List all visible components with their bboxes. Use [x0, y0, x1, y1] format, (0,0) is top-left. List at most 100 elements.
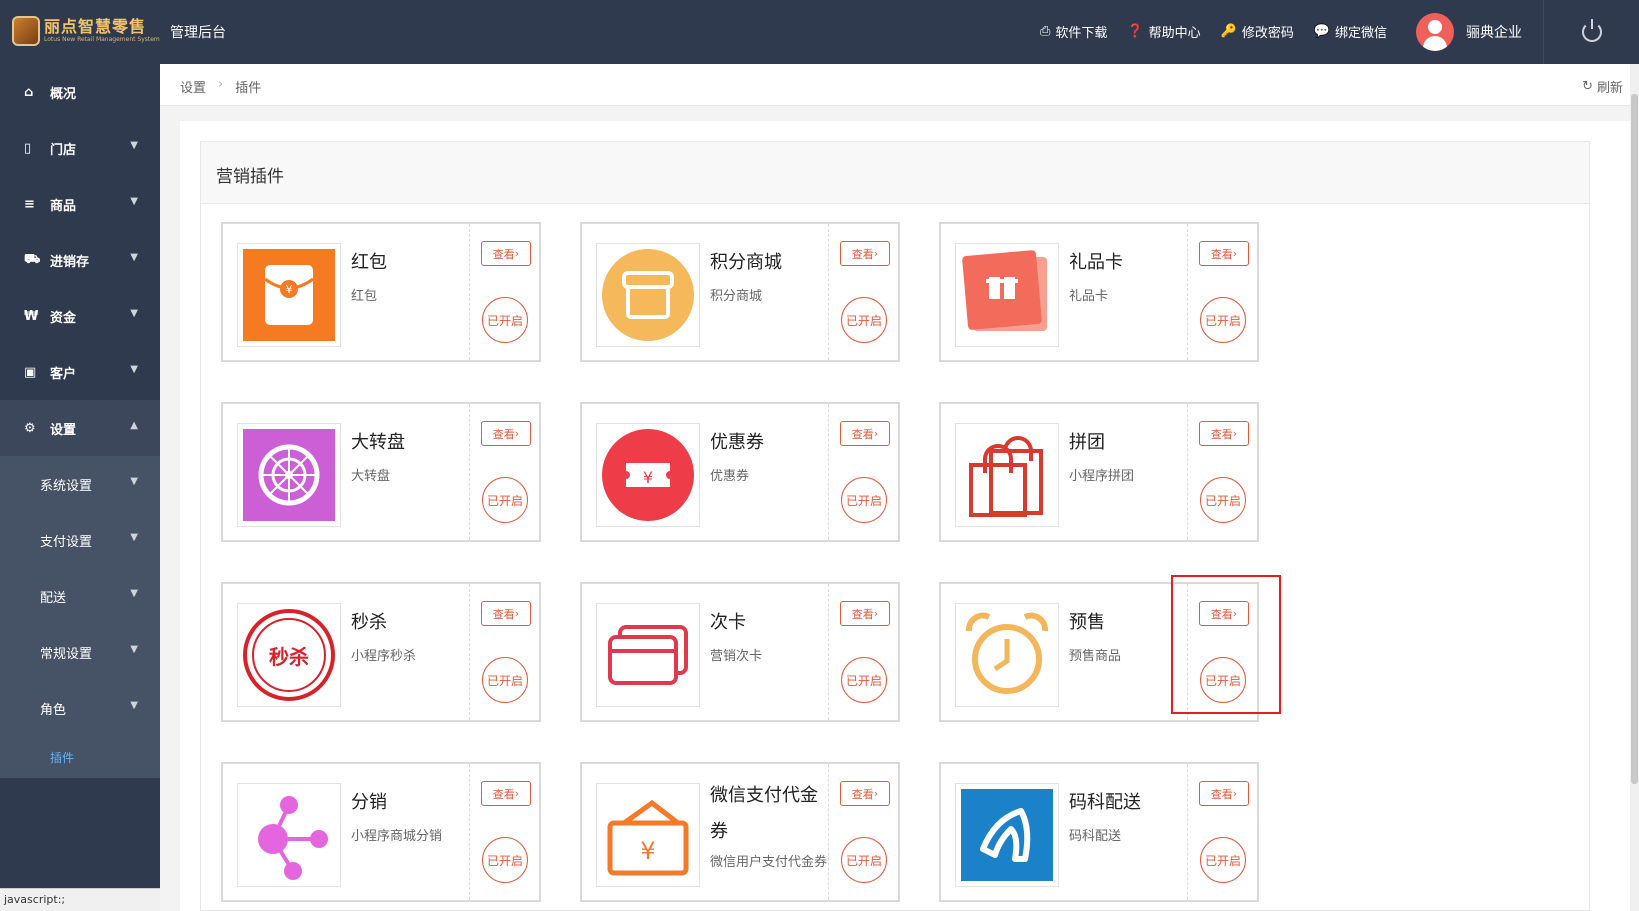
wechat-icon: 💬	[1313, 24, 1331, 39]
user-menu[interactable]: 骊典企业	[1416, 13, 1522, 51]
currency-icon: ₩	[24, 308, 39, 324]
enabled-badge: 已开启	[841, 297, 887, 343]
red-packet-icon: ¥	[237, 243, 341, 347]
chevron-down-icon: ▼	[130, 588, 138, 599]
view-button[interactable]: 查看 ›	[481, 781, 531, 806]
enabled-badge: 已开启	[841, 837, 887, 883]
view-button[interactable]: 查看 ›	[1199, 421, 1249, 446]
sidebar-item-delivery[interactable]: 配送 ▼	[0, 568, 160, 624]
card-desc: 积分商城	[710, 289, 763, 304]
breadcrumb-settings[interactable]: 设置	[180, 77, 206, 96]
card-title: 微信支付代金券	[710, 785, 818, 842]
chevron-down-icon: ▼	[130, 308, 138, 319]
sidebar-item-payment-settings[interactable]: 支付设置 ▼	[0, 512, 160, 568]
view-button[interactable]: 查看 ›	[481, 241, 531, 266]
enabled-badge: 已开启	[482, 477, 528, 523]
card-title: 码科配送	[1069, 792, 1141, 813]
breadcrumb-bar: 设置 › 插件 ↻ 刷新	[160, 64, 1639, 106]
sidebar-item-goods[interactable]: ≡ 商品 ▼	[0, 176, 160, 232]
help-icon: ❓	[1127, 24, 1144, 39]
enabled-badge: 已开启	[482, 657, 528, 703]
view-button[interactable]: 查看 ›	[840, 421, 890, 446]
store-icon	[596, 243, 700, 347]
card-desc: 微信用户支付代金券	[710, 855, 828, 870]
sidebar-item-store[interactable]: ▯ 门店 ▼	[0, 120, 160, 176]
plugin-card-flash-sale: 秒杀 秒杀 小程序秒杀 查看 › 已开启	[221, 582, 541, 722]
top-actions: ⎙ 软件下载 ❓ 帮助中心 🔑 修改密码 💬 绑定微信	[1040, 22, 1387, 41]
panel-title: 营销插件	[201, 142, 1589, 204]
scrollbar-thumb[interactable]	[1631, 94, 1638, 784]
coupon-icon: ¥	[596, 423, 700, 527]
plugin-card-red-packet: ¥ 红包 红包 查看 › 已开启	[221, 222, 541, 362]
gift-card-icon	[955, 243, 1059, 347]
enabled-badge: 已开启	[841, 657, 887, 703]
sidebar-item-general-settings[interactable]: 常规设置 ▼	[0, 624, 160, 680]
view-button[interactable]: 查看 ›	[840, 241, 890, 266]
view-button[interactable]: 查看 ›	[481, 421, 531, 446]
settings-submenu: 系统设置 ▼ 支付设置 ▼ 配送 ▼ 常规设置 ▼ 角色 ▼ 插件	[0, 456, 160, 778]
view-button[interactable]: 查看 ›	[1199, 781, 1249, 806]
refresh-button[interactable]: ↻ 刷新	[1582, 77, 1623, 96]
chevron-down-icon: ▼	[130, 196, 138, 207]
card-desc: 红包	[351, 289, 378, 304]
truck-icon: ⛟	[24, 251, 41, 267]
bind-wechat-link[interactable]: 💬 绑定微信	[1314, 22, 1387, 41]
shopping-bag-icon	[955, 423, 1059, 527]
card-title: 分销	[351, 792, 387, 813]
username: 骊典企业	[1466, 25, 1522, 41]
sidebar-item-settings[interactable]: ⚙ 设置 ▲	[0, 400, 160, 456]
card-title: 次卡	[710, 612, 746, 633]
software-download-link[interactable]: ⎙ 软件下载	[1040, 22, 1107, 41]
card-title: 拼团	[1069, 432, 1105, 453]
chevron-down-icon: ▼	[130, 476, 138, 487]
card-title: 优惠券	[710, 432, 764, 453]
view-button[interactable]: 查看 ›	[481, 601, 531, 626]
home-icon: ⌂	[24, 84, 34, 100]
logo-text: 丽点智慧零售	[44, 17, 147, 36]
card-title: 大转盘	[351, 432, 405, 453]
view-button[interactable]: 查看 ›	[1199, 241, 1249, 266]
logo-subtext: Lotus New Retail Management System	[44, 36, 160, 43]
plugin-card-group-buy: 拼团 小程序拼团 查看 › 已开启	[939, 402, 1259, 542]
avatar	[1416, 13, 1454, 51]
breadcrumb: 设置 › 插件	[180, 77, 261, 96]
gear-icon: ⚙	[24, 420, 36, 436]
svg-text:¥: ¥	[643, 468, 653, 487]
svg-text:秒杀: 秒杀	[269, 645, 309, 669]
sidebar-item-inventory[interactable]: ⛟ 进销存 ▼	[0, 232, 160, 288]
plugin-card-coupon: ¥ 优惠券 优惠券 查看 › 已开启	[580, 402, 900, 542]
plugin-card-gift-card: 礼品卡 礼品卡 查看 › 已开启	[939, 222, 1259, 362]
flash-sale-icon: 秒杀	[237, 603, 341, 707]
sidebar-item-roles[interactable]: 角色 ▼	[0, 680, 160, 736]
sidebar-item-customer[interactable]: ▣ 客户 ▼	[0, 344, 160, 400]
sidebar-item-overview[interactable]: ⌂ 概况	[0, 64, 160, 120]
sidebar-item-plugins[interactable]: 插件	[0, 736, 160, 778]
sidebar-item-funds[interactable]: ₩ 资金 ▼	[0, 288, 160, 344]
svg-text:¥: ¥	[640, 837, 655, 865]
card-desc: 优惠券	[710, 469, 750, 484]
wallet-icon: ¥	[596, 783, 700, 887]
download-icon: ⎙	[1040, 24, 1051, 39]
list-icon: ≡	[24, 196, 35, 212]
share-nodes-icon	[237, 783, 341, 887]
card-title: 秒杀	[351, 612, 387, 633]
chevron-down-icon: ▼	[130, 532, 138, 543]
chevron-down-icon: ▼	[130, 140, 138, 151]
refresh-icon: ↻	[1582, 79, 1593, 94]
change-password-link[interactable]: 🔑 修改密码	[1221, 22, 1294, 41]
enabled-badge: 已开启	[1200, 837, 1246, 883]
sidebar-item-system-settings[interactable]: 系统设置 ▼	[0, 456, 160, 512]
enabled-badge: 已开启	[1200, 477, 1246, 523]
chevron-up-icon: ▲	[130, 420, 138, 431]
power-icon	[1581, 19, 1602, 42]
logout-button[interactable]	[1543, 0, 1639, 64]
logo[interactable]: 丽点智慧零售 Lotus New Retail Management Syste…	[12, 14, 160, 48]
plugin-card-mako-delivery: 码科配送 码科配送 查看 › 已开启	[939, 762, 1259, 902]
help-center-link[interactable]: ❓ 帮助中心	[1127, 22, 1200, 41]
scrollbar[interactable]	[1630, 64, 1639, 911]
view-button[interactable]: 查看 ›	[840, 601, 890, 626]
card-title: 预售	[1069, 612, 1105, 633]
card-title: 红包	[351, 252, 387, 273]
view-button[interactable]: 查看 ›	[840, 781, 890, 806]
plugin-card-points-mall: 积分商城 积分商城 查看 › 已开启	[580, 222, 900, 362]
